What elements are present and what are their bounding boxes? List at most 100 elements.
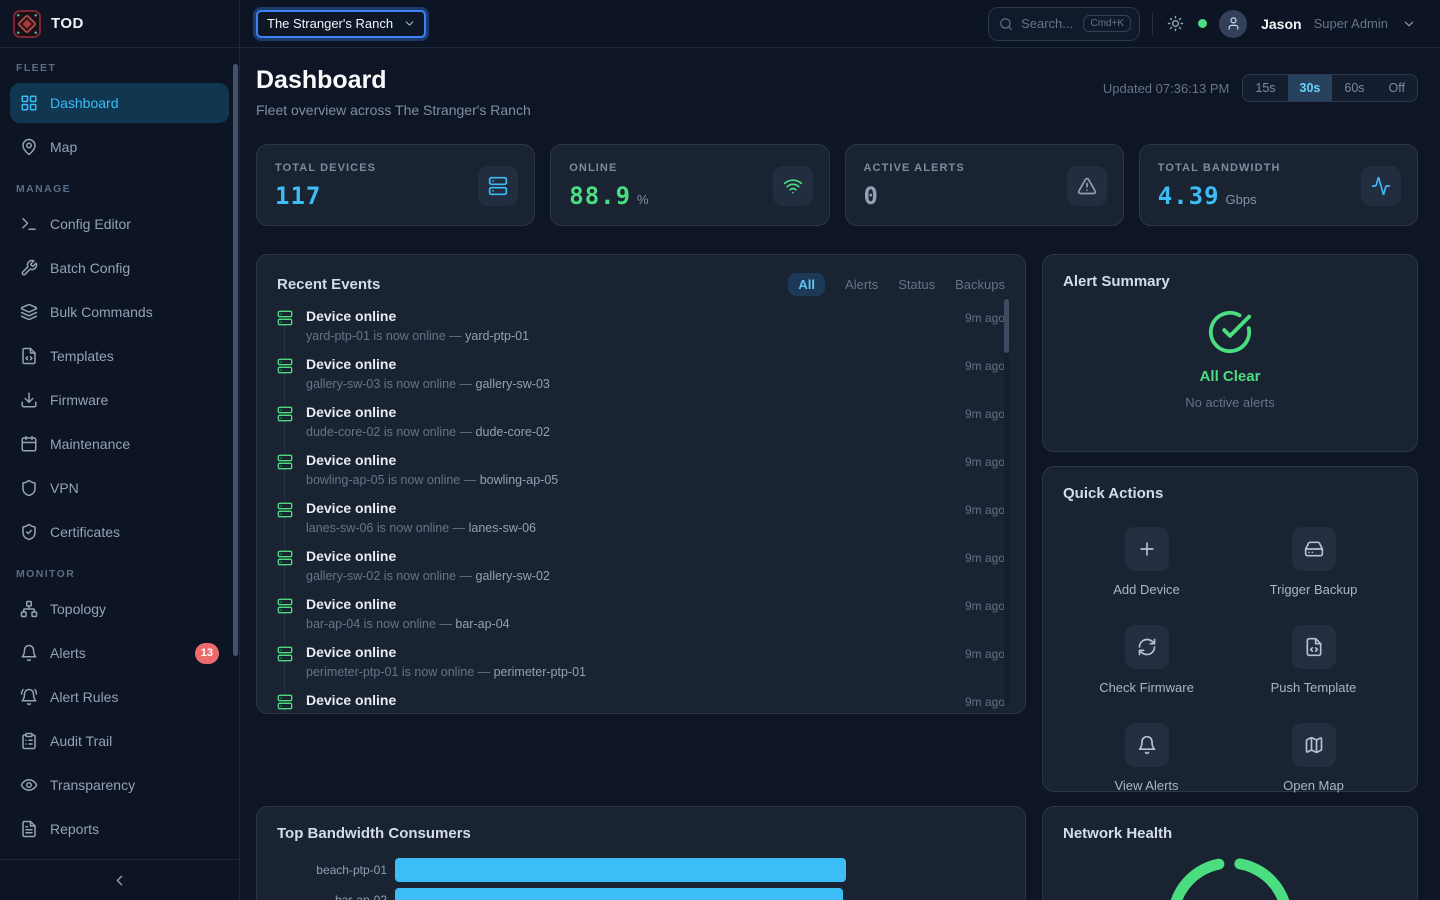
page-header: Dashboard Fleet overview across The Stra… (256, 66, 1418, 118)
sidebar-item-batch-config[interactable]: Batch Config (10, 248, 229, 288)
theme-toggle-button[interactable] (1165, 13, 1186, 34)
event-row[interactable]: Device onlineperimeter-ptp-01 is now onl… (277, 644, 1005, 692)
sidebar-item-label: Reports (50, 821, 99, 837)
sidebar-item-label: Firmware (50, 392, 108, 408)
sidebar-item-vpn[interactable]: VPN (10, 468, 229, 508)
event-device: dude-core-02 (476, 425, 550, 439)
search-input[interactable]: Search... Cmd+K (988, 7, 1140, 41)
user-name: Jason (1261, 16, 1301, 32)
server-icon (277, 694, 293, 710)
alert-summary-status: All Clear (1200, 368, 1261, 385)
event-detail: dude-core-02 is now online — dude-core-0… (306, 425, 952, 439)
event-row[interactable]: Device onlinegallery-sw-02 is now online… (277, 548, 1005, 596)
event-row[interactable]: Device online9m ago (277, 692, 1005, 714)
quick-action-open-map[interactable]: Open Map (1230, 723, 1397, 793)
sidebar-item-firmware[interactable]: Firmware (10, 380, 229, 420)
interval-button-30s[interactable]: 30s (1288, 75, 1333, 101)
sidebar-item-certificates[interactable]: Certificates (10, 512, 229, 552)
site-selector-value: The Stranger's Ranch (267, 16, 393, 31)
sidebar-collapse-button[interactable] (0, 859, 239, 900)
event-message: bowling-ap-05 is now online (306, 473, 460, 487)
top-bandwidth-card: Top Bandwidth Consumers beach-ptp-01bar-… (256, 806, 1026, 900)
bandwidth-bar[interactable] (395, 888, 843, 900)
clipboard-list-icon (20, 732, 38, 750)
bandwidth-bar[interactable] (395, 858, 846, 882)
network-icon (20, 600, 38, 618)
sidebar-item-config-editor[interactable]: Config Editor (10, 204, 229, 244)
event-row[interactable]: Device onlinegallery-sw-03 is now online… (277, 356, 1005, 404)
quick-action-check-firmware[interactable]: Check Firmware (1063, 625, 1230, 695)
stat-unit: % (637, 192, 649, 207)
event-message: bar-ap-04 is now online (306, 617, 436, 631)
event-time: 9m ago (965, 356, 1005, 373)
sidebar-scrollbar[interactable] (233, 64, 238, 656)
sidebar-item-topology[interactable]: Topology (10, 589, 229, 629)
sidebar-item-alert-rules[interactable]: Alert Rules (10, 677, 229, 717)
events-tab-status[interactable]: Status (898, 277, 935, 292)
wifi-icon (773, 166, 813, 206)
sidebar-item-audit-trail[interactable]: Audit Trail (10, 721, 229, 761)
events-scrollbar[interactable] (1004, 297, 1009, 705)
sidebar-item-templates[interactable]: Templates (10, 336, 229, 376)
stat-card-online: ONLINE88.9% (550, 144, 829, 226)
event-detail: bowling-ap-05 is now online — bowling-ap… (306, 473, 952, 487)
download-icon (20, 391, 38, 409)
events-scrollbar-thumb[interactable] (1004, 299, 1009, 353)
events-list: Device onlineyard-ptp-01 is now online —… (257, 302, 1025, 714)
event-row[interactable]: Device onlinebar-ap-04 is now online — b… (277, 596, 1005, 644)
app-title: TOD (51, 15, 84, 32)
events-tab-backups[interactable]: Backups (955, 277, 1005, 292)
event-detail: bar-ap-04 is now online — bar-ap-04 (306, 617, 952, 631)
sidebar-item-alerts[interactable]: Alerts13 (10, 633, 229, 673)
logo-row: TOD (0, 0, 239, 48)
event-device: lanes-sw-06 (469, 521, 536, 535)
topbar-divider (1152, 13, 1153, 35)
alert-triangle-icon (1067, 166, 1107, 206)
interval-button-15s[interactable]: 15s (1243, 75, 1287, 101)
stat-value: 117 (275, 182, 321, 210)
user-menu-button[interactable] (1400, 15, 1418, 33)
quick-action-view-alerts[interactable]: View Alerts (1063, 723, 1230, 793)
sidebar-section-fleet: FLEETDashboardMap (10, 62, 229, 167)
interval-button-off[interactable]: Off (1377, 75, 1417, 101)
event-time: 9m ago (965, 500, 1005, 517)
sidebar-item-label: Topology (50, 601, 106, 617)
recent-events-title: Recent Events (277, 276, 380, 293)
sidebar-item-reports[interactable]: Reports (10, 809, 229, 849)
sidebar-item-label: Dashboard (50, 95, 119, 111)
events-tab-alerts[interactable]: Alerts (845, 277, 878, 292)
stat-unit: Gbps (1226, 192, 1257, 207)
interval-button-60s[interactable]: 60s (1332, 75, 1376, 101)
terminal-icon (20, 215, 38, 233)
sidebar-item-transparency[interactable]: Transparency (10, 765, 229, 805)
event-row[interactable]: Device onlineyard-ptp-01 is now online —… (277, 308, 1005, 356)
event-row[interactable]: Device onlinedude-core-02 is now online … (277, 404, 1005, 452)
quick-action-push-template[interactable]: Push Template (1230, 625, 1397, 695)
event-time: 9m ago (965, 308, 1005, 325)
search-placeholder: Search... (1021, 16, 1073, 31)
quick-action-trigger-backup[interactable]: Trigger Backup (1230, 527, 1397, 597)
sidebar-item-map[interactable]: Map (10, 127, 229, 167)
event-time: 9m ago (965, 404, 1005, 421)
avatar[interactable] (1219, 10, 1247, 38)
quick-action-add-device[interactable]: Add Device (1063, 527, 1230, 597)
server-icon (277, 598, 293, 614)
events-tab-all[interactable]: All (788, 273, 825, 296)
event-title: Device online (306, 452, 952, 468)
sidebar-item-maintenance[interactable]: Maintenance (10, 424, 229, 464)
server-icon (277, 310, 293, 326)
event-row[interactable]: Device onlinelanes-sw-06 is now online —… (277, 500, 1005, 548)
sidebar-item-bulk-commands[interactable]: Bulk Commands (10, 292, 229, 332)
event-device: gallery-sw-02 (476, 569, 550, 583)
sidebar-item-label: Bulk Commands (50, 304, 153, 320)
sidebar-item-dashboard[interactable]: Dashboard (10, 83, 229, 123)
sidebar-item-label: Config Editor (50, 216, 131, 232)
event-detail: lanes-sw-06 is now online — lanes-sw-06 (306, 521, 952, 535)
chevron-left-icon (111, 872, 128, 889)
server-icon (277, 454, 293, 470)
bell-icon (1125, 723, 1169, 767)
site-selector[interactable]: The Stranger's Ranch (256, 10, 426, 38)
user-icon (1226, 16, 1241, 31)
event-row[interactable]: Device online bowling-ap-05 is now online… (277, 452, 1005, 500)
app-root: TOD FLEETDashboardMapMANAGEConfig Editor… (0, 0, 1440, 900)
